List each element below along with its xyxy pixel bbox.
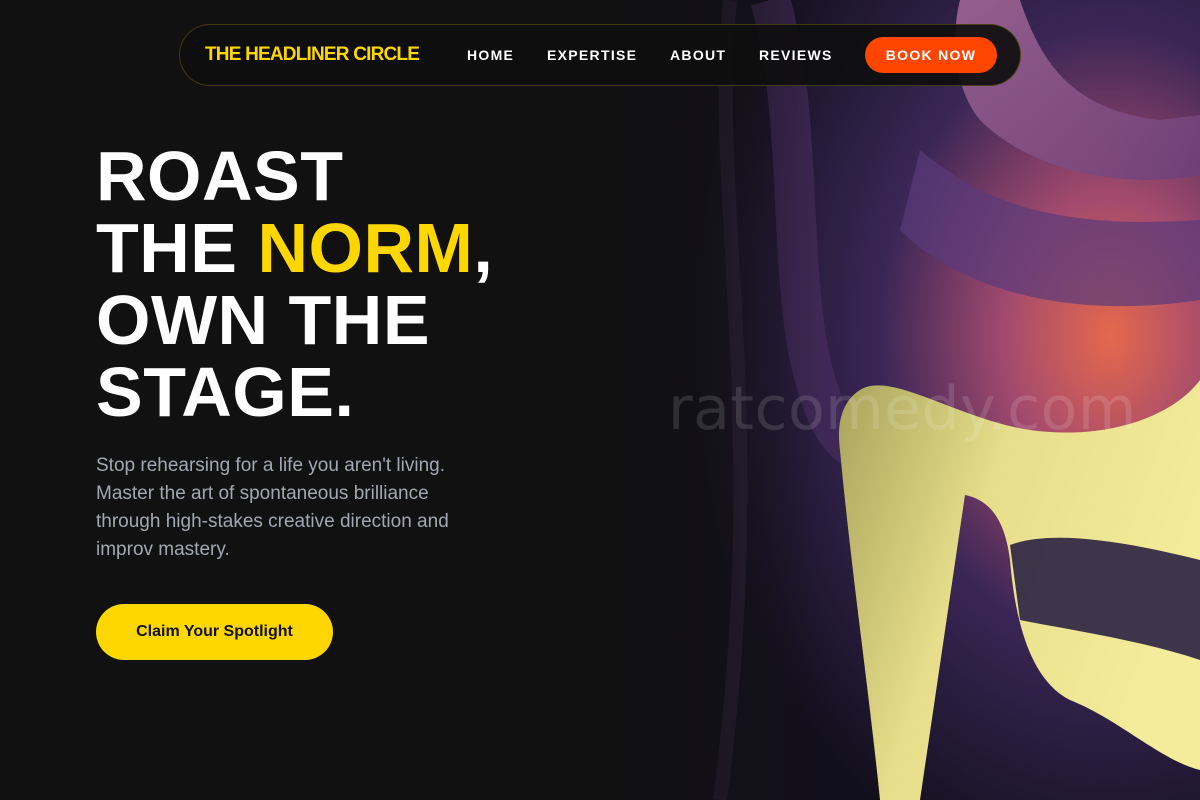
claim-spotlight-button[interactable]: Claim Your Spotlight <box>96 604 333 660</box>
brand-logo-text[interactable]: THE HEADLINER CIRCLE <box>205 44 420 66</box>
headline-line-2-suffix: , <box>473 209 494 287</box>
headline-line-3: OWN THE <box>96 281 431 359</box>
headline-line-1: ROAST <box>96 137 344 215</box>
nav-link-about[interactable]: ABOUT <box>670 47 726 63</box>
headline-line-2: THE NORM, <box>96 212 493 284</box>
nav-link-reviews[interactable]: REVIEWS <box>759 47 833 63</box>
top-navigation-bar: THE HEADLINER CIRCLE HOME EXPERTISE ABOU… <box>179 24 1021 86</box>
headline-line-2-prefix: THE <box>96 209 258 287</box>
image-watermark: ratcomedy.com <box>668 374 1137 444</box>
nav-link-expertise[interactable]: EXPERTISE <box>547 47 637 63</box>
hero-headline: ROAST THE NORM, OWN THE STAGE. <box>96 140 493 428</box>
headline-line-4: STAGE. <box>96 353 355 431</box>
book-now-button[interactable]: BOOK NOW <box>865 37 997 73</box>
headline-accent-word: NORM <box>257 209 474 287</box>
nav-link-home[interactable]: HOME <box>467 47 514 63</box>
hero-description: Stop rehearsing for a life you aren't li… <box>96 455 449 560</box>
